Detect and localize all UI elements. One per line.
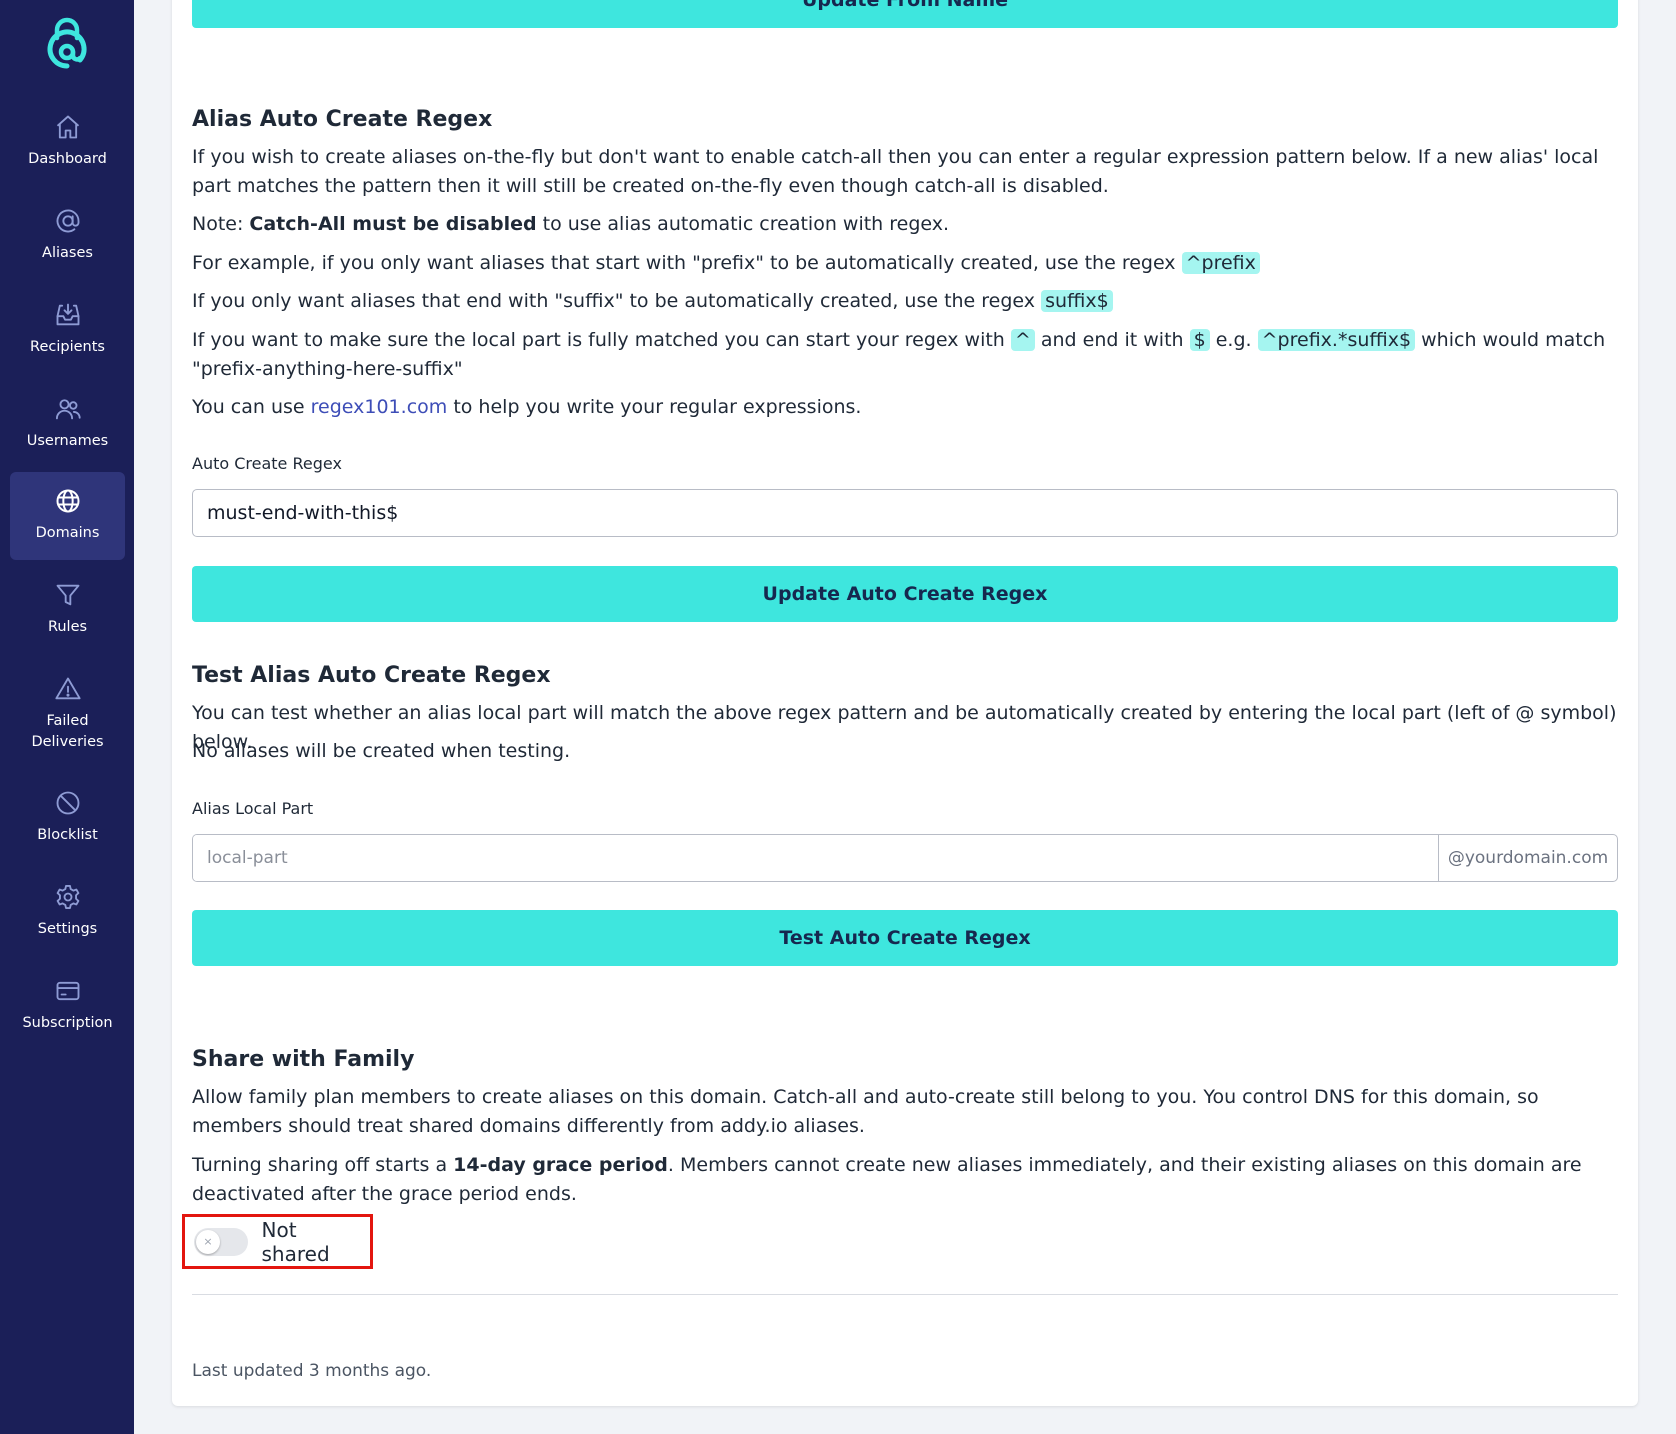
auto-create-description: If you wish to create aliases on-the-fly… — [192, 146, 1599, 197]
grace-prefix: Turning sharing off starts a — [192, 1154, 454, 1176]
share-toggle[interactable]: × — [194, 1227, 248, 1256]
sidebar-item-settings[interactable]: Settings — [10, 868, 125, 956]
share-toggle-highlight: × Not shared — [182, 1214, 373, 1269]
alias-local-part-group: @yourdomain.com — [192, 834, 1618, 882]
sidebar-item-label: Blocklist — [37, 827, 98, 844]
sidebar-item-label: Subscription — [22, 1015, 113, 1032]
suffix-code: suffix$ — [1041, 290, 1113, 312]
sidebar-item-subscription[interactable]: Subscription — [10, 962, 125, 1050]
full-match-text-b: and end it with — [1034, 329, 1190, 351]
auto-create-regex-label: Auto Create Regex — [192, 454, 342, 473]
auto-create-regex-input[interactable] — [192, 489, 1618, 537]
last-updated: Last updated 3 months ago. — [192, 1361, 432, 1381]
sidebar-item-rules[interactable]: Rules — [10, 566, 125, 654]
sidebar-item-label: Dashboard — [28, 151, 107, 168]
share-family-description: Allow family plan members to create alia… — [192, 1086, 1539, 1137]
close-icon: × — [203, 1235, 213, 1248]
hint-prefix: You can use — [192, 396, 311, 418]
divider — [192, 1294, 1618, 1295]
sidebar-item-label: Failed Deliveries — [31, 712, 104, 750]
regex101-link[interactable]: regex101.com — [311, 396, 448, 418]
note-prefix: Note: — [192, 213, 250, 235]
full-match-text-c: e.g. — [1209, 329, 1258, 351]
at-icon — [56, 210, 79, 233]
catch-all-note: Note: Catch-All must be disabled to use … — [192, 210, 1622, 239]
gear-icon — [56, 885, 79, 910]
grace-bold: 14-day grace period — [453, 1154, 668, 1176]
home-icon — [56, 116, 79, 139]
globe-icon — [56, 489, 79, 513]
sidebar-item-label: Rules — [47, 619, 88, 636]
grace-period-note: Turning sharing off starts a 14-day grac… — [192, 1151, 1622, 1208]
caret-code: ^ — [1010, 329, 1035, 351]
alias-local-part-input[interactable] — [193, 835, 1438, 881]
suffix-example: If you only want aliases that end with "… — [192, 287, 1622, 316]
domain-addon: @yourdomain.com — [1438, 835, 1617, 881]
full-match-example: If you want to make sure the local part … — [192, 326, 1622, 383]
note-bold: Catch-All must be disabled — [249, 213, 537, 235]
regex101-hint: You can use regex101.com to help you wri… — [192, 393, 1622, 422]
full-match-code: ^prefix.*suffix$ — [1257, 329, 1416, 351]
addy-logo-icon[interactable] — [44, 16, 90, 72]
test-regex-title: Test Alias Auto Create Regex — [192, 663, 551, 688]
prefix-example: For example, if you only want aliases th… — [192, 249, 1622, 278]
sidebar-item-aliases[interactable]: Aliases — [10, 192, 125, 280]
share-status-label: Not shared — [261, 1217, 330, 1266]
sidebar-item-dashboard[interactable]: Dashboard — [10, 98, 125, 186]
sidebar-item-label: Recipients — [30, 339, 105, 356]
sidebar-item-label: Usernames — [26, 433, 109, 450]
alias-local-part-label: Alias Local Part — [192, 799, 314, 818]
prefix-example-text: For example, if you only want aliases th… — [192, 252, 1182, 274]
sidebar-item-label: Domains — [35, 525, 100, 542]
inbox-icon — [56, 304, 79, 326]
sidebar: Dashboard Aliases Recipients Usernames D… — [0, 0, 134, 1434]
suffix-example-text: If you only want aliases that end with "… — [192, 290, 1042, 312]
hint-suffix: to help you write your regular expressio… — [447, 396, 862, 418]
funnel-icon — [56, 585, 79, 606]
ban-icon — [56, 792, 79, 815]
sidebar-item-recipients[interactable]: Recipients — [10, 286, 125, 374]
full-match-text-a: If you want to make sure the local part … — [192, 329, 1011, 351]
update-from-name-button[interactable]: Update From Name — [192, 0, 1618, 28]
sidebar-item-usernames[interactable]: Usernames — [10, 380, 125, 468]
auto-create-regex-title: Alias Auto Create Regex — [192, 107, 493, 132]
update-auto-create-regex-button[interactable]: Update Auto Create Regex — [192, 566, 1618, 622]
sidebar-item-label: Settings — [37, 921, 98, 938]
test-auto-create-regex-button[interactable]: Test Auto Create Regex — [192, 910, 1618, 966]
dollar-code: $ — [1189, 329, 1210, 351]
sidebar-item-label: Aliases — [42, 245, 93, 262]
sidebar-item-blocklist[interactable]: Blocklist — [10, 774, 125, 862]
warning-icon — [54, 677, 81, 700]
share-family-title: Share with Family — [192, 1047, 415, 1072]
prefix-code: ^prefix — [1181, 252, 1260, 274]
card-icon — [56, 982, 79, 1001]
toggle-knob: × — [196, 1229, 220, 1254]
sidebar-item-failed-deliveries[interactable]: Failed Deliveries — [10, 662, 125, 766]
test-regex-note: No aliases will be created when testing. — [192, 740, 571, 762]
sidebar-item-domains[interactable]: Domains — [10, 472, 125, 560]
note-suffix: to use alias automatic creation with reg… — [536, 213, 950, 235]
users-icon — [55, 399, 81, 420]
